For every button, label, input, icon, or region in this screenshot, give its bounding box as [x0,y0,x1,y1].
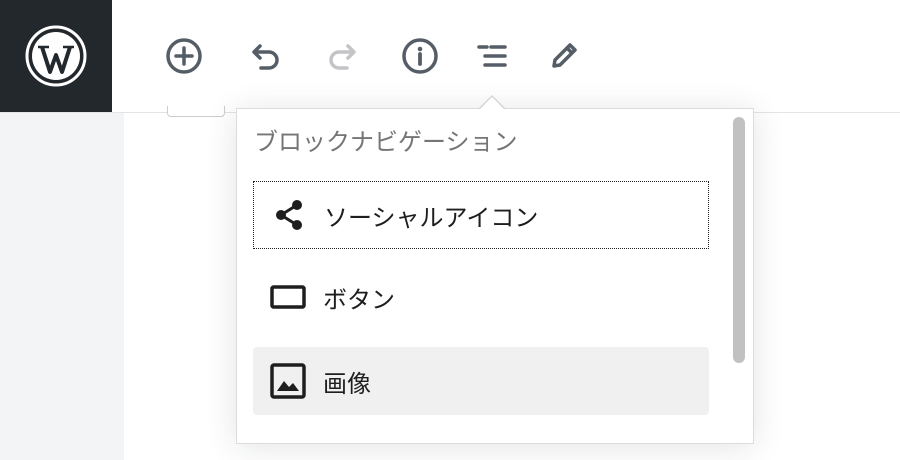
left-sidebar [0,113,124,460]
popover-arrow-inner [480,97,504,109]
info-button[interactable] [397,33,443,79]
undo-button[interactable] [241,33,287,79]
nav-item-label: ソーシャルアイコン [324,203,539,232]
nav-item-image[interactable]: 画像 [253,347,709,415]
editor-header [0,0,900,113]
popover-title: ブロックナビゲーション [254,128,518,156]
block-toolbar-edge [167,106,225,117]
share-icon [270,196,308,234]
undo-icon [252,44,279,70]
redo-icon [329,44,356,70]
wordpress-logo-icon [25,25,87,87]
popover-scrollbar[interactable] [731,117,748,431]
scrollbar-thumb[interactable] [733,117,745,363]
add-block-button[interactable] [161,33,207,79]
tools-button[interactable] [541,33,587,79]
nav-item-label: ボタン [323,285,395,314]
nav-item-social-icons[interactable]: ソーシャルアイコン [253,181,709,249]
nav-item-label: 画像 [323,369,371,398]
button-icon [269,278,307,316]
image-icon [269,362,307,400]
info-icon [402,38,438,74]
redo-button[interactable] [321,33,367,79]
pencil-icon [552,43,577,68]
block-navigation-popover: ブロックナビゲーション ソーシャルアイコン ボタン 画像 [236,108,754,444]
list-view-icon [477,45,507,67]
plus-circle-icon [166,38,202,74]
wordpress-logo-button[interactable] [0,0,112,112]
block-navigation-button[interactable] [469,33,515,79]
nav-item-button[interactable]: ボタン [253,263,709,331]
